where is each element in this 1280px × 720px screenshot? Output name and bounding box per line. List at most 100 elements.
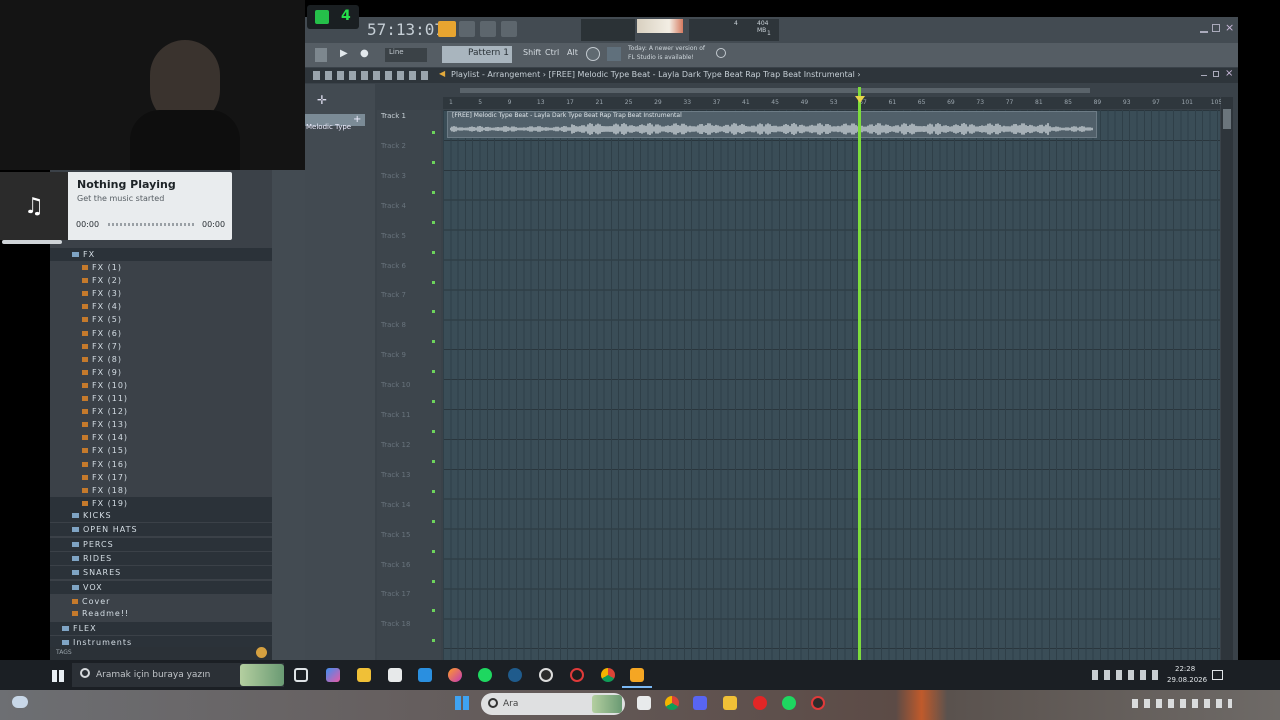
track-label[interactable]: Track 4	[381, 202, 406, 210]
host-app-icon[interactable]	[811, 696, 825, 710]
browser-fx-item[interactable]: FX (10)	[50, 379, 272, 392]
track-label[interactable]: Track 10	[381, 381, 410, 389]
track-mute-led[interactable]	[432, 489, 435, 493]
pattern-add-icon[interactable]: +	[353, 114, 361, 125]
windows-start-icon[interactable]	[52, 670, 64, 682]
playlist-arrow-icon[interactable]: ◀	[439, 69, 445, 78]
browser-folder[interactable]: KICKS	[50, 509, 272, 522]
browser-fx-item[interactable]: FX (12)	[50, 405, 272, 418]
host-red-app-icon[interactable]	[753, 696, 767, 710]
store-icon[interactable]	[388, 668, 402, 682]
browser-fx-item[interactable]: FX (16)	[50, 458, 272, 471]
news-line-1[interactable]: Today: A newer version of	[628, 45, 705, 52]
mixer-icon[interactable]	[315, 48, 327, 62]
browser-folder[interactable]: OPEN HATS	[50, 523, 272, 537]
browser-fx-item[interactable]: FX (15)	[50, 444, 272, 457]
add-pattern-icon[interactable]: ✛	[317, 93, 327, 107]
pattern-song-toggle[interactable]	[438, 21, 456, 37]
file-explorer-icon[interactable]	[357, 668, 371, 682]
track-label[interactable]: Track 18	[381, 620, 410, 628]
track-label[interactable]: Track 16	[381, 561, 410, 569]
playhead-marker-icon[interactable]	[855, 96, 865, 103]
track-mute-led[interactable]	[432, 160, 435, 164]
track-label[interactable]: Track 14	[381, 501, 410, 509]
browser-fx-item[interactable]: FX (11)	[50, 392, 272, 405]
media-progress-bar[interactable]	[108, 223, 194, 226]
track-mute-led[interactable]	[432, 131, 435, 134]
browser-fx-item[interactable]: FX (18)	[50, 484, 272, 497]
browser-folder[interactable]: VOX	[50, 580, 272, 594]
track-mute-led[interactable]	[432, 549, 435, 553]
track-mute-led[interactable]	[432, 310, 435, 314]
track-label[interactable]: Track 5	[381, 232, 406, 240]
track-mute-led[interactable]	[432, 579, 435, 583]
cart-icon[interactable]	[607, 47, 621, 61]
browser-fx-item[interactable]: FX (14)	[50, 431, 272, 444]
record-button[interactable]	[459, 21, 475, 37]
weather-icon[interactable]	[12, 696, 28, 708]
playlist-grid[interactable]	[443, 110, 1220, 660]
track-label[interactable]: Track 13	[381, 471, 410, 479]
playhead[interactable]	[858, 87, 861, 660]
track-mute-led[interactable]	[432, 250, 435, 254]
browser-fx-item[interactable]: FX (8)	[50, 353, 272, 366]
track-mute-led[interactable]	[432, 459, 435, 463]
playlist-close-icon[interactable]: ×	[1225, 68, 1233, 79]
browser-fx-item[interactable]: FX (5)	[50, 313, 272, 326]
song-time-display[interactable]: 57:13:07	[367, 20, 444, 39]
track-label[interactable]: Track 3	[381, 172, 406, 180]
track-label[interactable]: Track 6	[381, 262, 406, 270]
audio-clip[interactable]: [FREE] Melodic Type Beat - Layla Dark Ty…	[447, 111, 1097, 138]
track-label[interactable]: Track 8	[381, 321, 406, 329]
browser-folder[interactable]: RIDES	[50, 551, 272, 565]
track-mute-led[interactable]	[432, 190, 435, 194]
host-chrome-icon[interactable]	[665, 696, 679, 710]
track-label[interactable]: Track 12	[381, 441, 410, 449]
track-label[interactable]: Track 7	[381, 291, 406, 299]
browser-fx-item[interactable]: FX (7)	[50, 340, 272, 353]
browser-folder[interactable]: SNARES	[50, 566, 272, 580]
browser-fx-item[interactable]: FX (1)	[50, 261, 272, 274]
track-mute-led[interactable]	[432, 639, 435, 643]
clock-date[interactable]: 29.08.2026	[1167, 676, 1207, 684]
fl-logo[interactable]: 4	[307, 5, 359, 29]
timeline-ruler[interactable]: 1 5 9 13 17 21 25 29 33 37 41 45 49 53 57 61 65 69 73 77 81 8…	[443, 97, 1222, 109]
track-mute-led[interactable]	[432, 609, 435, 613]
close-icon[interactable]: ×	[1225, 21, 1234, 34]
tags-label[interactable]: TAGS	[56, 649, 72, 656]
steam-icon[interactable]	[508, 668, 522, 682]
notification-icon[interactable]	[1212, 670, 1223, 680]
microphone-icon[interactable]: ●	[360, 48, 369, 59]
play-arrow-icon[interactable]: ▶	[340, 48, 348, 59]
search-icon[interactable]	[256, 647, 267, 658]
snap-select[interactable]: Line	[385, 48, 427, 62]
track-mute-led[interactable]	[432, 370, 435, 374]
alt-button[interactable]: Alt	[567, 48, 578, 57]
master-volume-meter[interactable]	[637, 19, 683, 33]
track-label[interactable]: Track 1	[381, 112, 406, 120]
loop-button[interactable]	[480, 21, 496, 37]
playlist-minimize-icon[interactable]	[1201, 70, 1207, 76]
browser-fx-item[interactable]: FX (9)	[50, 366, 272, 379]
host-task-view-icon[interactable]	[637, 696, 651, 710]
host-file-explorer-icon[interactable]	[723, 696, 737, 710]
host-start-icon[interactable]	[455, 696, 469, 710]
firefox-icon[interactable]	[448, 668, 462, 682]
browser-fx-item[interactable]: FX (3)	[50, 287, 272, 300]
copilot-icon[interactable]	[326, 668, 340, 682]
track-label[interactable]: Track 2	[381, 142, 406, 150]
playlist-maximize-icon[interactable]	[1213, 71, 1219, 77]
browser-folder-fx[interactable]: FX	[50, 248, 272, 261]
globe-icon[interactable]	[716, 48, 726, 58]
minimize-icon[interactable]	[1200, 25, 1208, 33]
obs-icon[interactable]	[539, 668, 553, 682]
track-mute-led[interactable]	[432, 220, 435, 224]
metronome-button[interactable]	[501, 21, 517, 37]
track-label[interactable]: Track 11	[381, 411, 410, 419]
shift-button[interactable]: Shift	[523, 48, 541, 57]
browser-fx-item[interactable]: FX (13)	[50, 418, 272, 431]
task-view-icon[interactable]	[294, 668, 308, 682]
spotify-icon[interactable]	[478, 668, 492, 682]
ruler-scrollbar[interactable]	[460, 88, 1090, 93]
app-red-icon[interactable]	[570, 668, 584, 682]
